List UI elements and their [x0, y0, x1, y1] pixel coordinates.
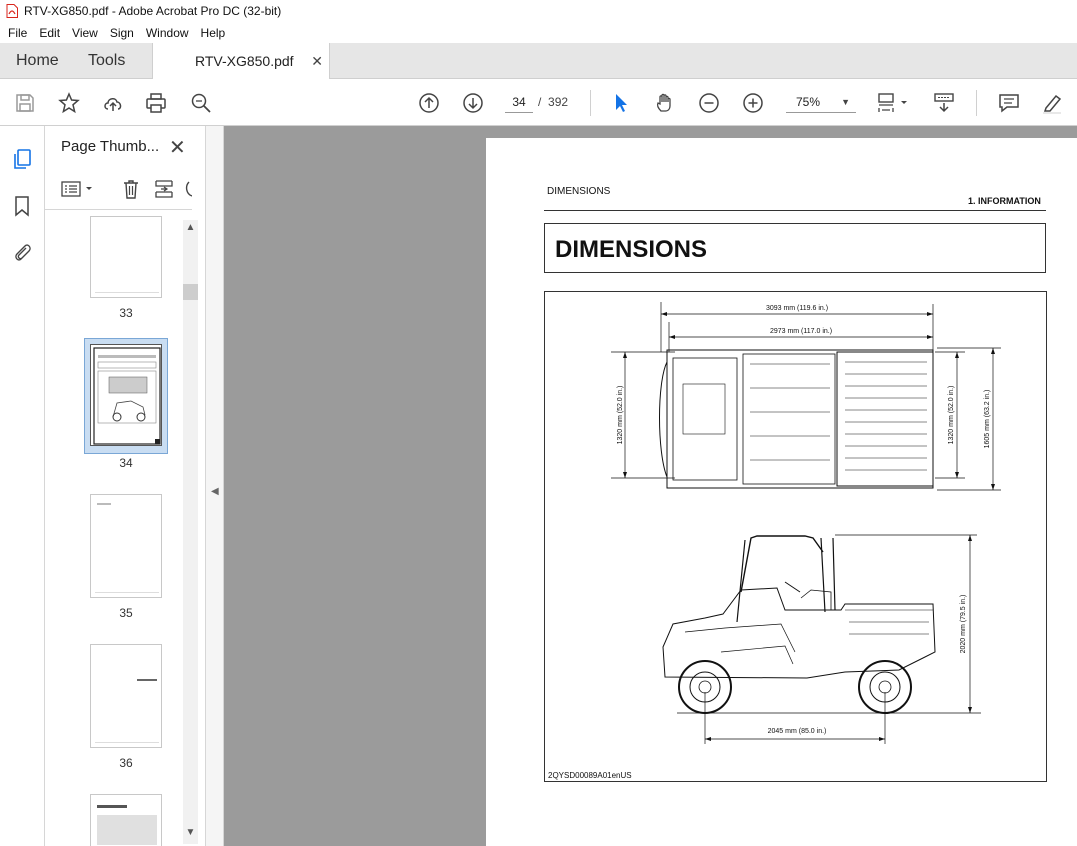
thumbnail-page-33[interactable] — [90, 216, 162, 298]
previous-page-icon[interactable] — [417, 91, 441, 115]
collapse-panel-icon[interactable]: ◀ — [211, 486, 219, 497]
title-bar: RTV-XG850.pdf - Adobe Acrobat Pro DC (32… — [0, 0, 1077, 22]
page-thumbnails-icon[interactable] — [11, 148, 33, 170]
figure-code: 2QYSD00089A01enUS — [548, 771, 632, 780]
panel-splitter[interactable]: ◀ — [205, 126, 224, 846]
menu-window[interactable]: Window — [140, 26, 195, 40]
scroll-down-icon[interactable]: ▼ — [183, 827, 198, 838]
zoom-search-icon[interactable] — [189, 91, 213, 115]
hand-tool-icon[interactable] — [653, 91, 677, 115]
window-title: RTV-XG850.pdf - Adobe Acrobat Pro DC (32… — [24, 4, 282, 18]
thumbnail-page-35[interactable] — [90, 494, 162, 598]
thumbnail-label-33: 33 — [119, 306, 133, 320]
menu-sign[interactable]: Sign — [104, 26, 140, 40]
thumbnail-preview — [93, 347, 161, 445]
document-tab-label: RTV-XG850.pdf — [195, 53, 294, 69]
chevron-down-icon: ▼ — [841, 97, 850, 107]
scrollbar-thumb[interactable] — [183, 284, 198, 300]
thumbnail-label-35: 35 — [119, 606, 133, 620]
zoom-in-icon[interactable] — [741, 91, 765, 115]
page-number-input[interactable]: 34 — [505, 91, 533, 113]
options-menu-icon[interactable] — [60, 178, 96, 200]
scroll-up-icon[interactable]: ▲ — [183, 222, 198, 233]
wheelbase-label: 2045 mm (85.0 in.) — [768, 728, 827, 735]
tab-tools[interactable]: Tools — [88, 43, 125, 79]
cloud-upload-icon[interactable] — [101, 91, 125, 115]
page-title-box: DIMENSIONS — [544, 223, 1046, 273]
close-panel-icon[interactable]: ✕ — [169, 135, 186, 160]
zoom-level-select[interactable]: 75% ▼ — [786, 91, 856, 113]
comment-icon[interactable] — [997, 91, 1021, 115]
insert-page-icon[interactable] — [153, 178, 175, 200]
toolbar: 34 / 392 75% ▼ — [0, 79, 1077, 126]
dimensions-figure: 3093 mm (119.6 in.) 2973 mm (117.0 in.) … — [544, 291, 1047, 782]
tab-home[interactable]: Home — [16, 43, 59, 79]
rear-track-label: 1320 mm (52.0 in.) — [948, 386, 955, 445]
bookmark-icon[interactable] — [11, 195, 33, 217]
attachment-icon[interactable] — [11, 241, 33, 263]
zoom-out-icon[interactable] — [697, 91, 721, 115]
toolbar-divider — [976, 90, 977, 116]
scroll-mode-icon[interactable] — [932, 91, 956, 115]
thumbnail-scrollbar[interactable]: ▲ ▼ — [183, 220, 198, 844]
star-icon[interactable] — [57, 91, 81, 115]
total-pages: 392 — [548, 95, 569, 109]
body-length-label: 2973 mm (117.0 in.) — [770, 328, 832, 335]
page-title: DIMENSIONS — [555, 236, 708, 263]
document-viewer[interactable]: DIMENSIONS 1. INFORMATION DIMENSIONS 309… — [224, 126, 1077, 846]
page-section-header: DIMENSIONS — [547, 186, 611, 197]
panel-title: Page Thumb... — [61, 138, 160, 155]
menu-view[interactable]: View — [66, 26, 104, 40]
tab-document[interactable]: RTV-XG850.pdf ✕ — [152, 43, 330, 79]
thumbnail-label-36: 36 — [119, 756, 133, 770]
zoom-level-value: 75% — [796, 95, 821, 109]
tab-bar: Home Tools RTV-XG850.pdf ✕ — [0, 43, 1077, 79]
overall-height-label: 2020 mm (79.5 in.) — [960, 595, 967, 654]
thumbnail-label-34: 34 — [119, 456, 133, 470]
front-track-label: 1320 mm (52.0 in.) — [617, 386, 624, 445]
thumbnails-panel: Page Thumb... ✕ 33 34 35 36 ▲ ▼ — [45, 126, 205, 846]
page-fit-icon[interactable] — [876, 91, 912, 115]
menu-file[interactable]: File — [2, 26, 33, 40]
pdf-file-icon — [6, 4, 18, 18]
toolbar-divider — [590, 90, 591, 116]
next-page-icon[interactable] — [461, 91, 485, 115]
select-cursor-icon[interactable] — [609, 91, 633, 115]
thumbnail-page-34[interactable] — [90, 344, 162, 446]
page-chapter-header: 1. INFORMATION — [968, 196, 1041, 206]
menu-bar: File Edit View Sign Window Help — [0, 22, 1077, 43]
pdf-page: DIMENSIONS 1. INFORMATION DIMENSIONS 309… — [486, 138, 1077, 846]
rotate-page-icon[interactable] — [183, 178, 192, 200]
menu-edit[interactable]: Edit — [33, 26, 66, 40]
delete-page-icon[interactable] — [120, 178, 142, 200]
navigation-rail — [0, 126, 45, 846]
thumbnail-page-37[interactable] — [90, 794, 162, 846]
vehicle-dimension-drawing: 3093 mm (119.6 in.) 2973 mm (117.0 in.) … — [611, 302, 1001, 744]
page-separator: / — [538, 95, 542, 109]
header-rule — [544, 210, 1046, 211]
close-tab-icon[interactable]: ✕ — [311, 43, 323, 79]
menu-help[interactable]: Help — [195, 26, 232, 40]
page-count: / 392 — [538, 91, 568, 113]
print-icon[interactable] — [144, 91, 168, 115]
thumbnail-tools — [45, 172, 192, 210]
highlight-pen-icon[interactable] — [1040, 91, 1064, 115]
thumbnail-list: 33 34 35 36 — [45, 212, 183, 846]
thumbnail-page-36[interactable] — [90, 644, 162, 748]
overall-width-label: 1605 mm (63.2 in.) — [984, 390, 991, 449]
save-icon[interactable] — [13, 91, 37, 115]
overall-length-label: 3093 mm (119.6 in.) — [766, 305, 828, 312]
